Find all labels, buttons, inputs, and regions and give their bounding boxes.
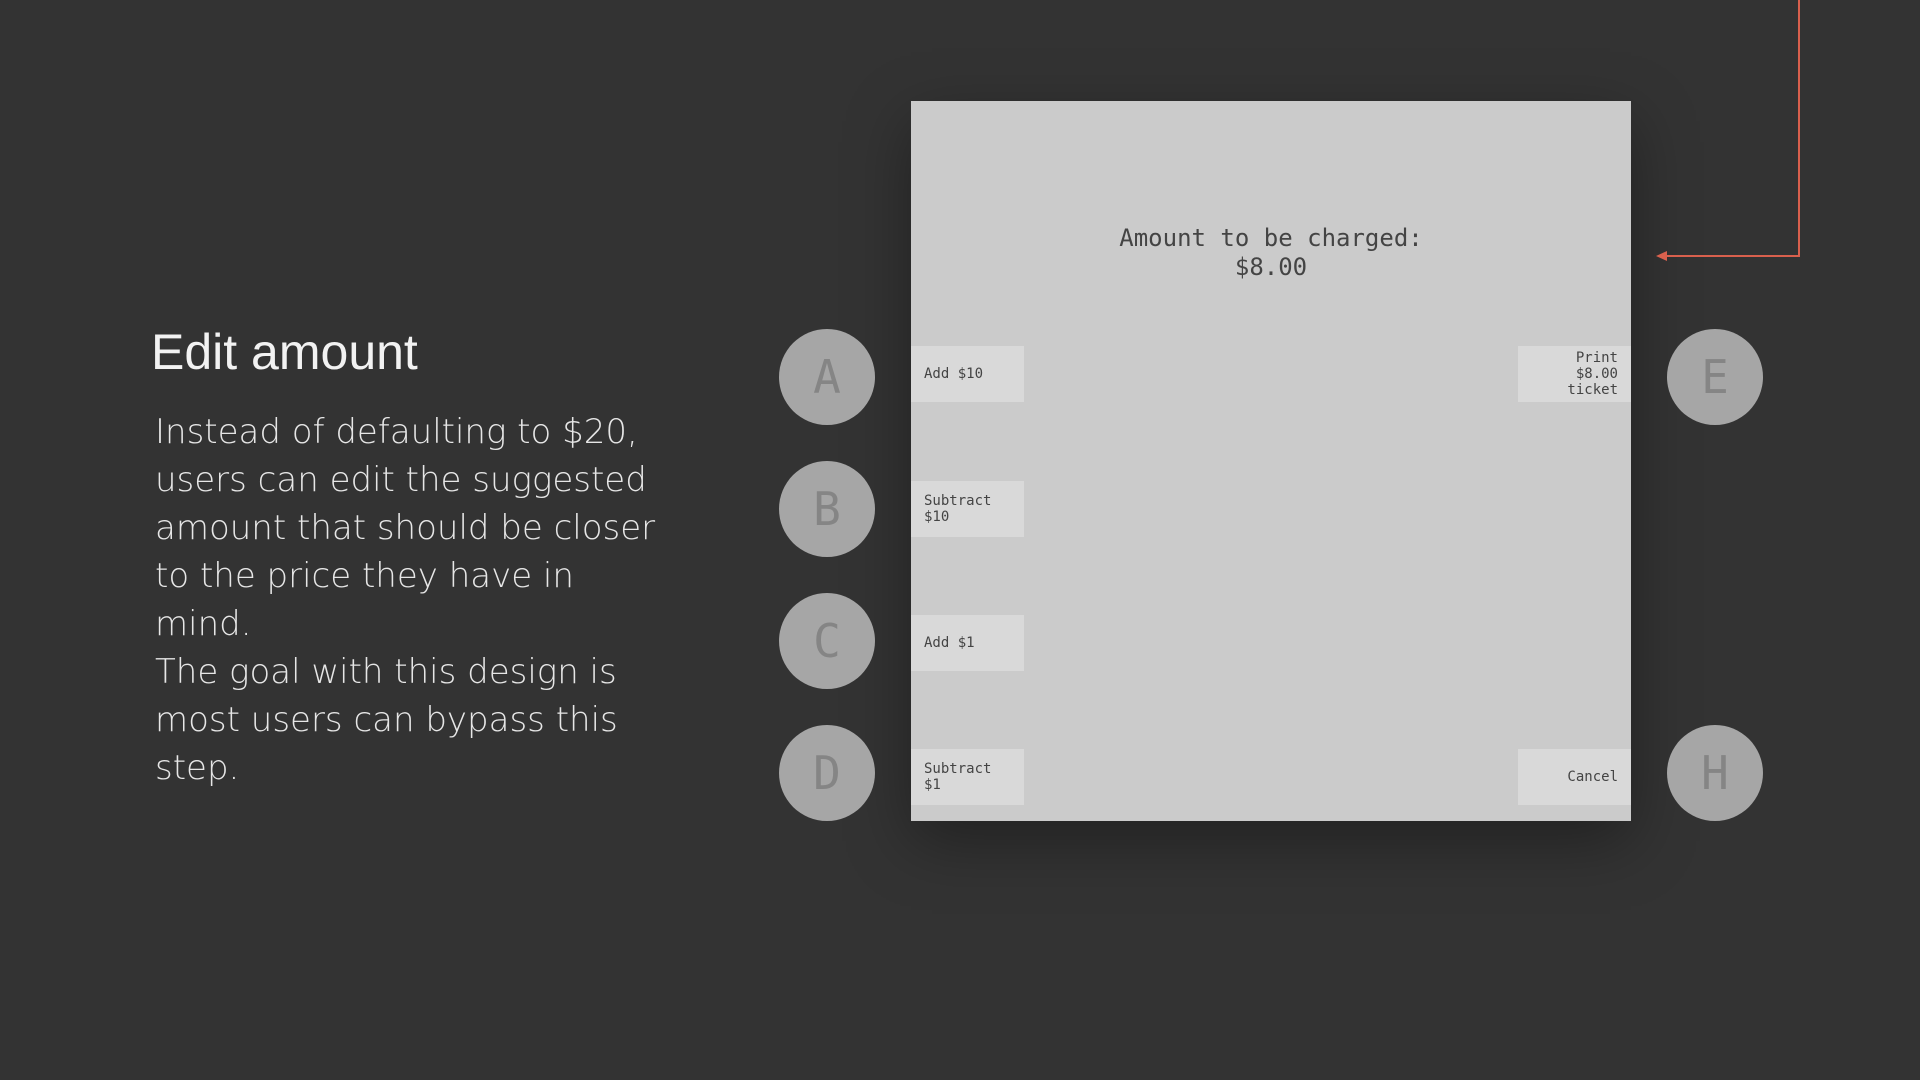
amount-label: Amount to be charged: bbox=[1119, 224, 1423, 252]
key-d-letter: D bbox=[813, 746, 841, 800]
key-b-letter: B bbox=[813, 482, 841, 536]
key-c-letter: C bbox=[813, 614, 841, 668]
add-10-button[interactable]: Add $10 bbox=[911, 346, 1024, 402]
add-1-button[interactable]: Add $1 bbox=[911, 615, 1024, 671]
connector-line bbox=[1665, 0, 1800, 257]
slide-heading: Edit amount bbox=[151, 324, 418, 380]
key-e-letter: E bbox=[1701, 350, 1729, 404]
hardware-key-b[interactable]: B bbox=[779, 461, 875, 557]
subtract-1-label: Subtract $1 bbox=[924, 761, 992, 793]
add-1-label: Add $1 bbox=[924, 635, 975, 651]
subtract-10-button[interactable]: Subtract $10 bbox=[911, 481, 1024, 537]
arrowhead-icon bbox=[1656, 251, 1667, 261]
subtract-1-button[interactable]: Subtract $1 bbox=[911, 749, 1024, 805]
print-ticket-label: Print $8.00 ticket bbox=[1567, 350, 1618, 398]
hardware-key-d[interactable]: D bbox=[779, 725, 875, 821]
key-h-letter: H bbox=[1701, 746, 1729, 800]
subtract-10-label: Subtract $10 bbox=[924, 493, 992, 525]
cancel-label: Cancel bbox=[1567, 769, 1618, 785]
amount-value: $8.00 bbox=[1234, 253, 1308, 281]
hardware-key-a[interactable]: A bbox=[779, 329, 875, 425]
kiosk-screen: Amount to be charged: $8.00 Add $10 Subt… bbox=[911, 101, 1631, 821]
description-paragraph-2: The goal with this design is most users … bbox=[155, 652, 618, 788]
key-a-letter: A bbox=[813, 350, 841, 404]
hardware-key-e[interactable]: E bbox=[1667, 329, 1763, 425]
hardware-key-h[interactable]: H bbox=[1667, 725, 1763, 821]
hardware-key-c[interactable]: C bbox=[779, 593, 875, 689]
slide: Edit amount Instead of defaulting to $20… bbox=[0, 0, 1920, 1080]
cancel-button[interactable]: Cancel bbox=[1518, 749, 1631, 805]
description-paragraph-1: Instead of defaulting to $20, users can … bbox=[155, 412, 656, 644]
print-ticket-button[interactable]: Print $8.00 ticket bbox=[1518, 346, 1631, 402]
amount-display: Amount to be charged: $8.00 bbox=[911, 224, 1631, 282]
add-10-label: Add $10 bbox=[924, 366, 984, 382]
